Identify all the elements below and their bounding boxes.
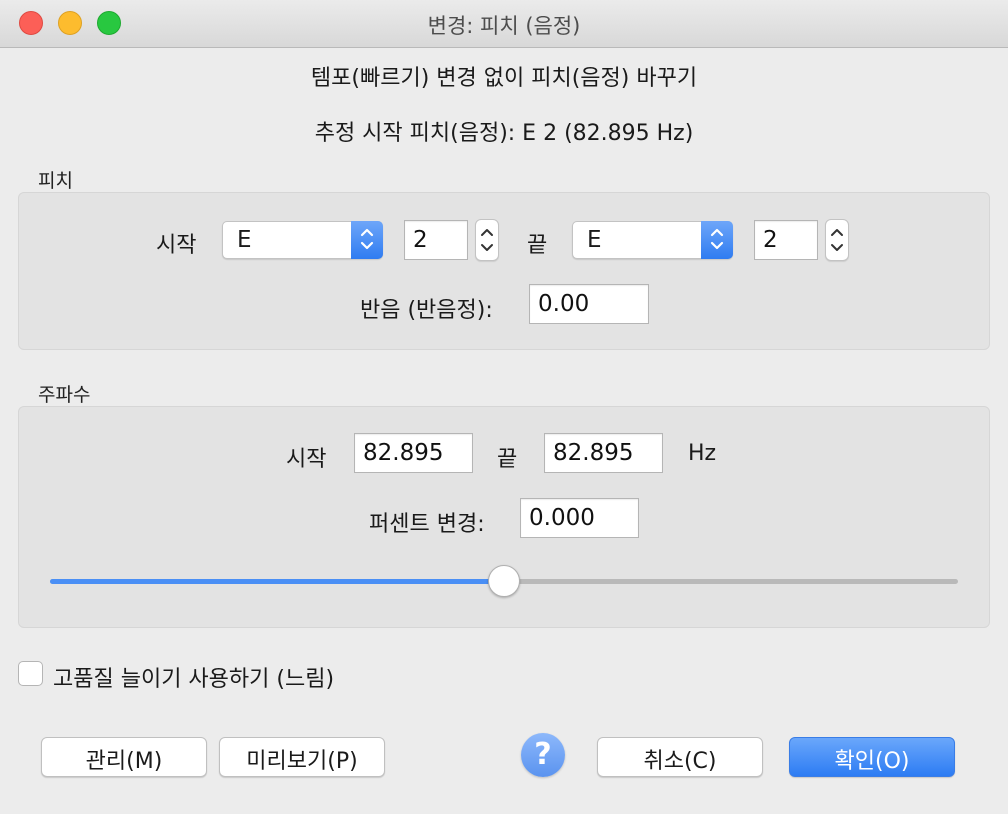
pitch-start-label: 시작 bbox=[156, 233, 197, 258]
percent-change-label: 퍼센트 변경: bbox=[369, 512, 485, 537]
slider-fill bbox=[50, 579, 504, 584]
preview-button[interactable]: 미리보기(P) bbox=[219, 737, 385, 777]
frequency-unit: Hz bbox=[688, 441, 717, 466]
pitch-end-octave-field[interactable]: 2 bbox=[754, 220, 818, 260]
pitch-end-note-value: E bbox=[587, 227, 602, 253]
pitch-start-octave-field[interactable]: 2 bbox=[404, 220, 468, 260]
pitch-end-octave-stepper[interactable] bbox=[825, 219, 849, 261]
manage-button[interactable]: 관리(M) bbox=[41, 737, 207, 777]
pitch-start-octave-stepper[interactable] bbox=[475, 219, 499, 261]
frequency-start-label: 시작 bbox=[286, 447, 327, 472]
title-bar: 변경: 피치 (음정) bbox=[0, 0, 1008, 48]
help-button[interactable]: ? bbox=[521, 733, 565, 777]
pitch-start-note-select[interactable]: E bbox=[222, 221, 383, 259]
pitch-end-label: 끝 bbox=[527, 233, 548, 258]
pitch-section-label: 피치 bbox=[38, 170, 73, 192]
pitch-start-note-value: E bbox=[237, 227, 252, 253]
semitones-label: 반음 (반음정): bbox=[360, 298, 493, 323]
dialog-description: 템포(빠르기) 변경 없이 피치(음정) 바꾸기 bbox=[310, 66, 698, 91]
frequency-end-field[interactable]: 82.895 bbox=[544, 433, 663, 473]
frequency-end-label: 끝 bbox=[497, 447, 518, 472]
pitch-end-note-select[interactable]: E bbox=[572, 221, 733, 259]
chevron-up-down-icon bbox=[701, 221, 733, 259]
window-title: 변경: 피치 (음정) bbox=[427, 14, 581, 38]
percent-change-slider[interactable] bbox=[50, 565, 958, 597]
high-quality-stretch-checkbox[interactable] bbox=[18, 661, 43, 686]
high-quality-stretch-label: 고품질 늘이기 사용하기 (느림) bbox=[53, 667, 335, 692]
pitch-group bbox=[18, 192, 990, 350]
ok-button[interactable]: 확인(O) bbox=[789, 737, 955, 777]
cancel-button[interactable]: 취소(C) bbox=[597, 737, 763, 777]
slider-thumb[interactable] bbox=[488, 565, 520, 597]
frequency-section-label: 주파수 bbox=[38, 384, 91, 406]
estimated-start-pitch: 추정 시작 피치(음정): E 2 (82.895 Hz) bbox=[314, 121, 694, 146]
chevron-up-down-icon bbox=[351, 221, 383, 259]
change-pitch-dialog: 변경: 피치 (음정) 템포(빠르기) 변경 없이 피치(음정) 바꾸기 추정 … bbox=[0, 0, 1008, 814]
frequency-start-field[interactable]: 82.895 bbox=[354, 433, 473, 473]
percent-change-field[interactable]: 0.000 bbox=[520, 498, 639, 538]
semitones-field[interactable]: 0.00 bbox=[529, 284, 649, 324]
